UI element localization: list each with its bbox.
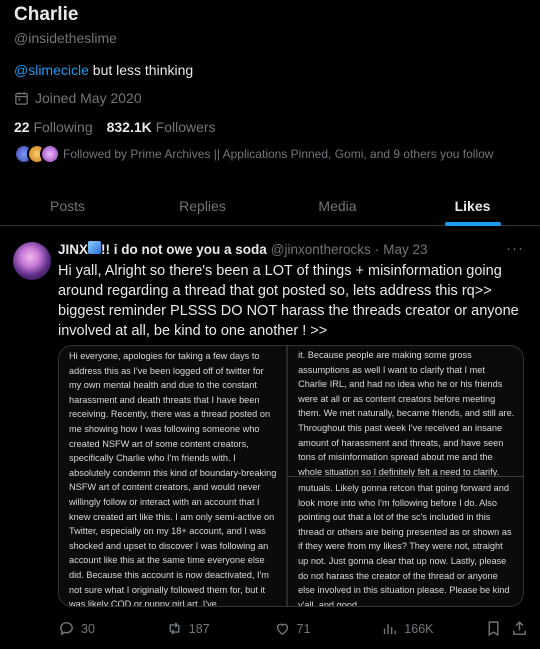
tweet-actions: 30 187 71 166K	[58, 620, 528, 637]
repost-icon	[169, 622, 180, 635]
calendar-icon	[15, 91, 28, 105]
repost-button[interactable]: 187	[166, 620, 274, 637]
tweet-text: Hi yall, Alright so there's been a LOT o…	[58, 263, 519, 339]
tweet-handle[interactable]: @jinxontherocks	[271, 242, 371, 257]
avatar	[40, 144, 60, 164]
tweet-header: JINX !! i do not owe you a soda @jinxonth…	[58, 241, 428, 257]
avatar[interactable]	[13, 242, 51, 280]
reply-icon	[60, 622, 73, 636]
follower-avatars	[14, 144, 60, 164]
followed-by-row[interactable]: Followed by Prime Archives || Applicatio…	[14, 144, 493, 164]
emoji-icon	[88, 241, 102, 254]
like-button[interactable]: 71	[274, 620, 382, 637]
heart-icon	[276, 623, 288, 636]
followers-count: 832.1K	[106, 119, 152, 135]
image-text-left: Hi everyone, apologies for taking a few …	[59, 346, 289, 606]
repost-count: 187	[188, 621, 210, 636]
following-label: Following	[33, 119, 93, 135]
bio-mention-link[interactable]: @slimecicle	[14, 62, 89, 78]
profile-name: Charlie	[14, 4, 79, 25]
followers-link[interactable]: 832.1K Followers	[107, 119, 216, 135]
separator: ·	[374, 241, 380, 257]
views-button[interactable]: 166K	[381, 620, 485, 637]
tab-posts[interactable]: Posts	[0, 186, 135, 225]
profile-bio: @slimecicle but less thinking	[14, 62, 193, 78]
tab-likes[interactable]: Likes	[405, 186, 540, 226]
tab-media[interactable]: Media	[270, 186, 405, 225]
tweet-media-image[interactable]: Hi everyone, apologies for taking a few …	[58, 345, 524, 607]
image-text-right-top: it. Because people are making some gross…	[288, 346, 523, 477]
tweet-date[interactable]: May 23	[383, 242, 427, 257]
like-count: 71	[296, 621, 311, 636]
profile-tabs: Posts Replies Media Likes	[0, 186, 540, 226]
tweet-display-name[interactable]: JINX !! i do not owe you a soda	[58, 241, 267, 257]
bookmark-button[interactable]	[485, 620, 511, 637]
tab-replies[interactable]: Replies	[135, 186, 270, 225]
reply-count: 30	[81, 621, 95, 636]
display-name-part: !! i do not owe you a soda	[101, 242, 267, 257]
image-right-column: it. Because people are making some gross…	[288, 346, 523, 606]
reply-button[interactable]: 30	[58, 620, 166, 637]
followers-label: Followers	[155, 119, 216, 135]
image-text-right-bottom: mutuals. Likely gonna retcon that going …	[298, 483, 512, 606]
joined-date: Joined May 2020	[14, 90, 142, 106]
followed-by-text: Followed by Prime Archives || Applicatio…	[63, 147, 494, 161]
bookmark-icon	[488, 621, 499, 637]
share-button[interactable]	[511, 620, 528, 637]
following-count: 22	[14, 119, 30, 135]
more-options-icon[interactable]: ···	[506, 240, 524, 257]
share-icon	[513, 621, 526, 635]
display-name-part: JINX	[58, 242, 89, 257]
profile-handle: @insidetheslime	[14, 30, 117, 46]
joined-label: Joined May 2020	[35, 90, 142, 106]
views-icon	[384, 624, 397, 635]
active-tab-indicator	[444, 222, 501, 226]
tab-likes-label: Likes	[454, 198, 491, 214]
view-count: 166K	[404, 621, 434, 636]
follow-stats: 22 Following 832.1K Followers	[14, 119, 216, 135]
bio-text: but less thinking	[88, 62, 194, 78]
following-link[interactable]: 22 Following	[14, 119, 93, 135]
